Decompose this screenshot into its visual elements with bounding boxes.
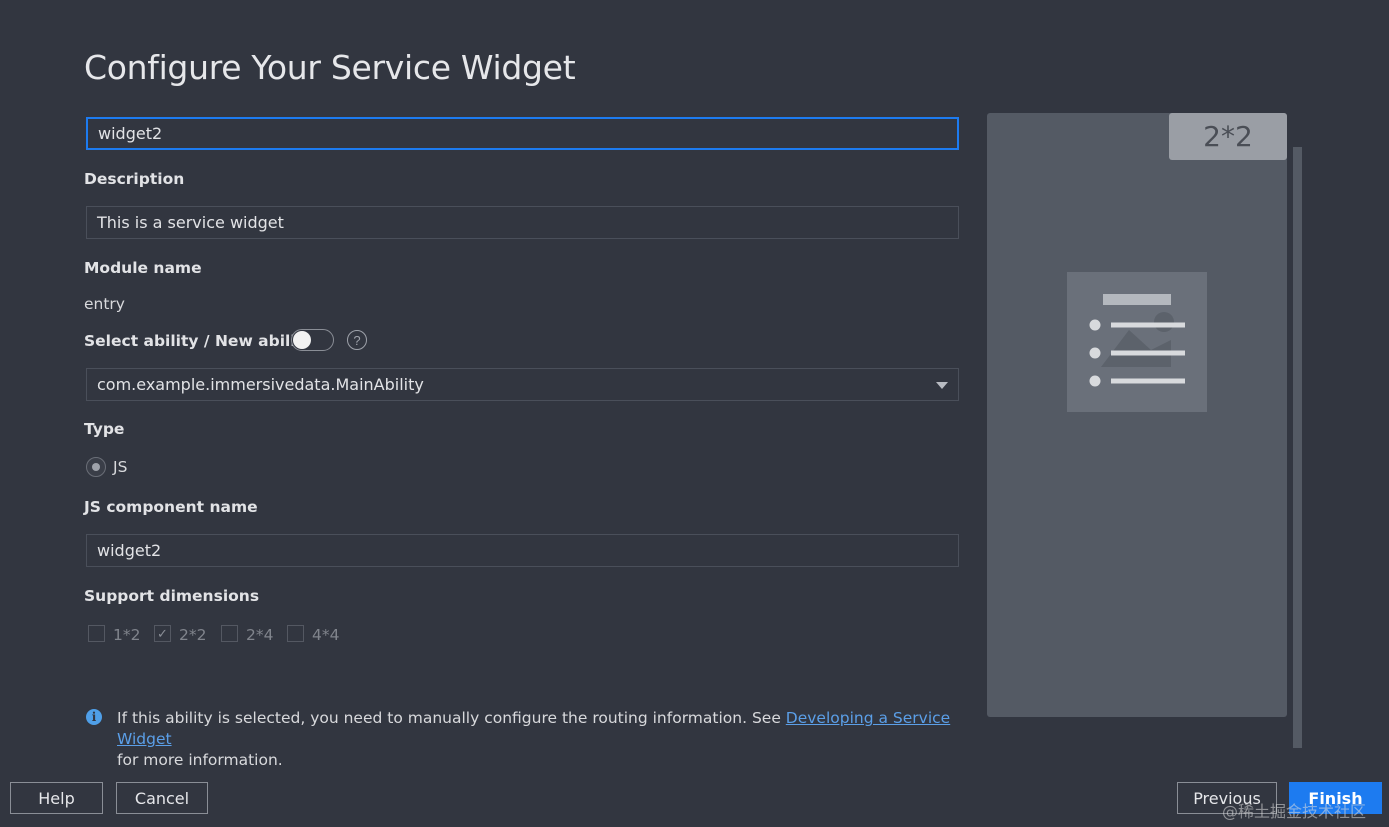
checkmark-icon: ✓ xyxy=(157,625,168,641)
module-name-label: Module name xyxy=(84,259,202,277)
dimension-2x4-label: 2*4 xyxy=(246,626,274,644)
widget-name-value: widget2 xyxy=(98,124,163,143)
js-component-value: widget2 xyxy=(97,541,162,560)
dimension-4x4-label: 4*4 xyxy=(312,626,340,644)
help-icon[interactable]: ? xyxy=(347,330,367,350)
toggle-knob xyxy=(293,331,311,349)
info-icon: i xyxy=(86,709,102,725)
preview-size-badge: 2*2 xyxy=(1169,113,1287,160)
watermark: @稀土掘金技术社区 xyxy=(1222,802,1367,821)
cancel-button[interactable]: Cancel xyxy=(116,782,208,814)
description-value: This is a service widget xyxy=(97,213,284,232)
js-component-input[interactable]: widget2 xyxy=(86,534,959,567)
support-dimensions-label: Support dimensions xyxy=(84,587,260,605)
widget-name-input[interactable]: widget2 xyxy=(86,117,959,150)
dimension-1x2-checkbox[interactable] xyxy=(88,625,105,642)
dimension-2x4-checkbox[interactable] xyxy=(221,625,238,642)
widget-preview-panel xyxy=(987,113,1287,717)
radio-dot xyxy=(92,463,100,471)
type-js-label: JS xyxy=(113,458,128,476)
info-text-before: If this ability is selected, you need to… xyxy=(117,709,786,727)
js-component-label: JS component name xyxy=(84,498,258,516)
ability-select[interactable]: com.example.immersivedata.MainAbility xyxy=(86,368,959,401)
dimension-4x4-checkbox[interactable] xyxy=(287,625,304,642)
info-text-after: for more information. xyxy=(117,751,283,769)
dimension-2x2-label: 2*2 xyxy=(179,626,207,644)
help-button[interactable]: Help xyxy=(10,782,103,814)
module-name-value: entry xyxy=(84,295,125,313)
ability-label: Select ability / New ability xyxy=(84,332,314,350)
dialog-title: Configure Your Service Widget xyxy=(84,48,576,87)
info-message: If this ability is selected, you need to… xyxy=(117,708,967,771)
type-label: Type xyxy=(84,420,125,438)
type-js-radio[interactable] xyxy=(86,457,106,477)
ability-select-value: com.example.immersivedata.MainAbility xyxy=(97,375,424,394)
widget-preview-tile xyxy=(1067,272,1207,412)
description-label: Description xyxy=(84,170,185,188)
preview-scrollbar[interactable] xyxy=(1293,147,1302,748)
widget-list-icon xyxy=(1089,294,1185,387)
new-ability-toggle[interactable] xyxy=(291,329,334,351)
dimension-1x2-label: 1*2 xyxy=(113,626,141,644)
dimension-2x2-checkbox[interactable]: ✓ xyxy=(154,625,171,642)
description-input[interactable]: This is a service widget xyxy=(86,206,959,239)
chevron-down-icon xyxy=(936,382,948,389)
